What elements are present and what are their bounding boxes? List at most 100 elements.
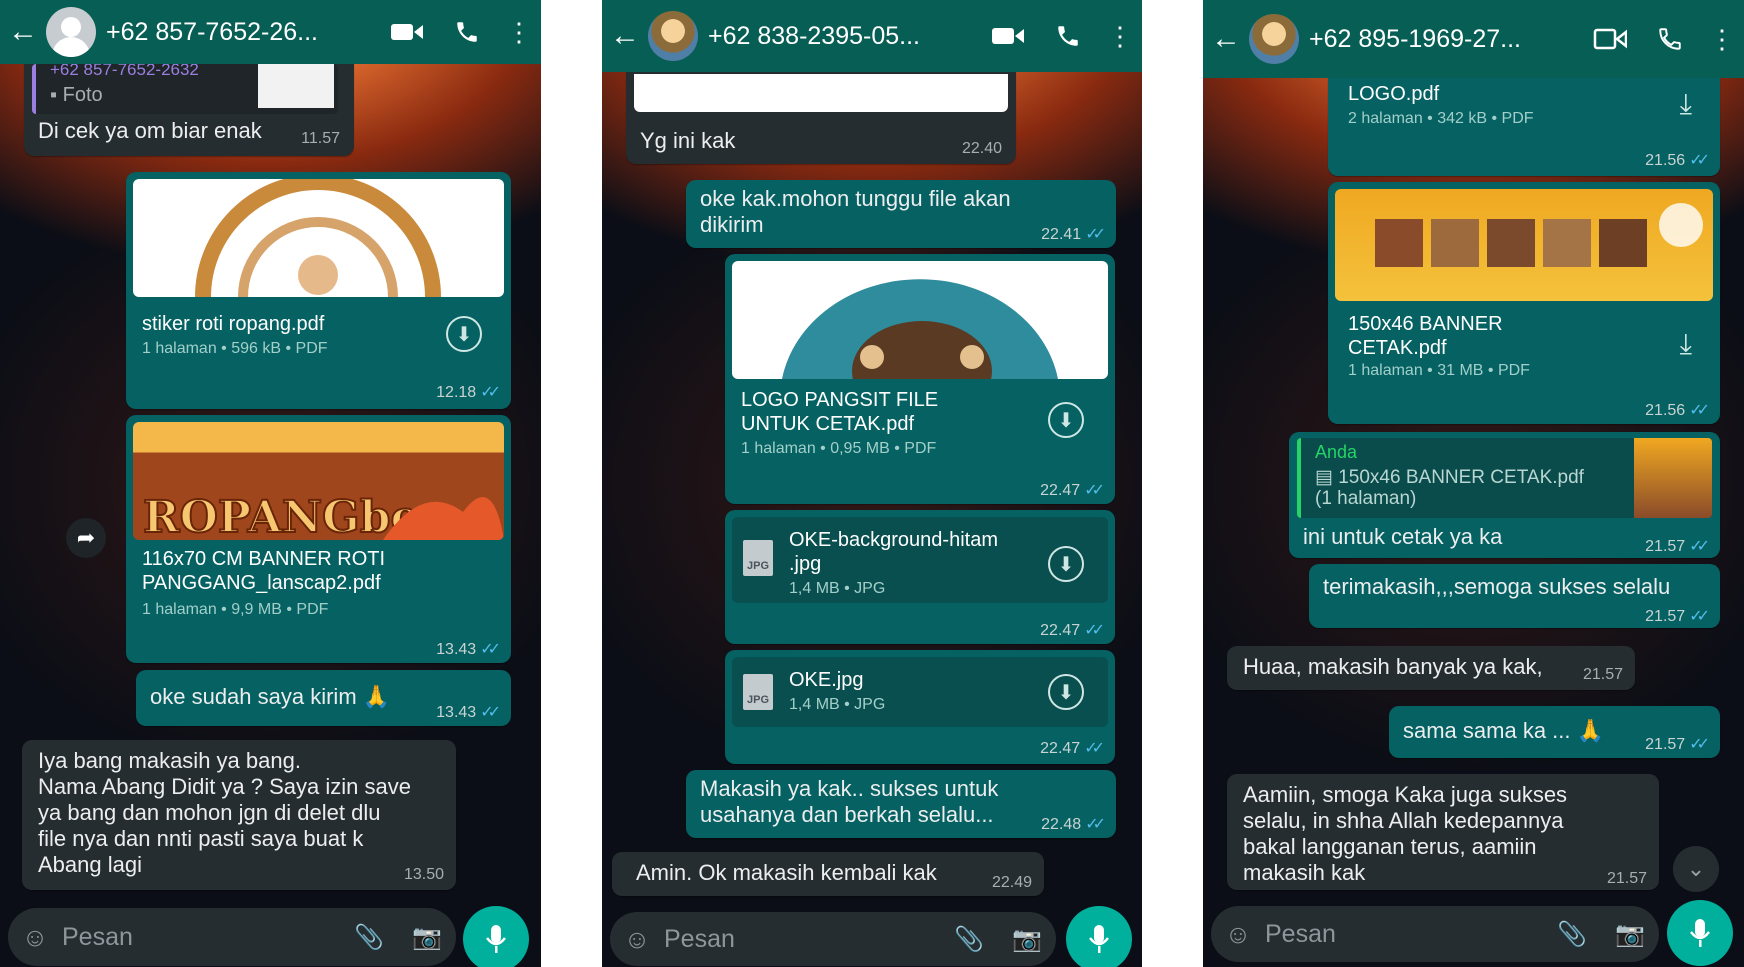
read-ticks-icon: ✓✓ bbox=[1084, 740, 1105, 757]
download-icon[interactable]: ⬇ bbox=[1048, 402, 1084, 438]
message-time: 21.57 bbox=[1582, 666, 1623, 683]
message-input[interactable]: Pesan bbox=[664, 925, 940, 954]
chat-screen-3: ← +62 895-1969-27... ⋮ LOGO.pdf 2 halama… bbox=[1203, 0, 1744, 967]
message-incoming[interactable]: Aamiin, smoga Kaka juga sukses selalu, i… bbox=[1227, 774, 1659, 890]
menu-dots-icon[interactable]: ⋮ bbox=[1098, 16, 1142, 56]
back-arrow-icon[interactable]: ← bbox=[0, 15, 46, 49]
quoted-type: ▪ Foto bbox=[50, 84, 103, 106]
mic-button[interactable] bbox=[1667, 900, 1733, 966]
download-icon[interactable]: ⬇ bbox=[1048, 674, 1084, 710]
scroll-down-icon[interactable]: ⌄ bbox=[1673, 846, 1719, 892]
file-meta: 1 halaman • 9,9 MB • PDF bbox=[142, 601, 329, 618]
file-name: LOGO PANGSIT FILE UNTUK CETAK.pdf bbox=[741, 389, 939, 435]
quoted-message[interactable]: +62 857-7652-2632 ▪ Foto bbox=[32, 60, 338, 114]
message-text: oke kak.mohon tunggu file akan dikirim bbox=[700, 186, 1011, 237]
camera-icon[interactable]: 📷 bbox=[998, 925, 1056, 954]
message-text: terimakasih,,,semoga sukses selalu bbox=[1323, 574, 1671, 599]
file-message[interactable]: ROPANGbo 116x70 CM BANNER ROTI PANGGANG_… bbox=[126, 415, 511, 663]
time-text: 22.47 bbox=[1040, 740, 1081, 757]
message-input-bar[interactable]: ☺ Pesan 📎 📷 bbox=[8, 908, 456, 966]
time-text: 22.47 bbox=[1040, 622, 1081, 639]
phone-call-icon[interactable] bbox=[1640, 19, 1700, 59]
message-outgoing[interactable]: Makasih ya kak.. sukses untuk usahanya d… bbox=[686, 770, 1116, 838]
download-icon[interactable]: ⬇ bbox=[1048, 546, 1084, 582]
contact-name[interactable]: +62 857-7652-26... bbox=[96, 18, 377, 47]
emoji-icon[interactable]: ☺ bbox=[8, 922, 62, 953]
time-text: 21.57 bbox=[1645, 736, 1686, 753]
emoji-icon[interactable]: ☺ bbox=[610, 924, 664, 955]
contact-name[interactable]: +62 895-1969-27... bbox=[1299, 25, 1580, 54]
quoted-message[interactable]: Anda ▤ 150x46 BANNER CETAK.pdf (1 halama… bbox=[1297, 438, 1712, 518]
phone-call-icon[interactable] bbox=[437, 12, 497, 52]
download-icon[interactable]: ⤓ bbox=[1680, 328, 1692, 361]
message-input-bar[interactable]: ☺ Pesan 📎 📷 bbox=[610, 912, 1056, 966]
message-text: Aamiin, smoga Kaka juga sukses selalu, i… bbox=[1243, 782, 1568, 885]
time-text: 13.43 bbox=[436, 641, 477, 658]
reply-message[interactable]: Anda ▤ 150x46 BANNER CETAK.pdf (1 halama… bbox=[1289, 432, 1720, 558]
avatar[interactable] bbox=[648, 11, 698, 61]
video-call-icon[interactable] bbox=[978, 16, 1038, 56]
message-text: Iya bang makasih ya bang. Nama Abang Did… bbox=[38, 748, 411, 877]
read-ticks-icon: ✓✓ bbox=[1085, 816, 1106, 833]
forward-icon[interactable]: ➦ bbox=[66, 518, 106, 558]
message-text: Di cek ya om biar enak bbox=[38, 118, 262, 143]
read-ticks-icon: ✓✓ bbox=[1689, 608, 1710, 625]
video-call-icon[interactable] bbox=[1580, 19, 1640, 59]
pdf-preview bbox=[732, 261, 1108, 379]
menu-dots-icon[interactable]: ⋮ bbox=[1700, 19, 1744, 59]
message-input[interactable]: Pesan bbox=[62, 923, 340, 952]
image-message[interactable]: Yg ini kak 22.40 bbox=[626, 60, 1016, 164]
download-icon[interactable]: ⬇ bbox=[446, 316, 482, 352]
message-outgoing[interactable]: oke sudah saya kirim 🙏 13.43 ✓✓ bbox=[136, 670, 511, 726]
message-time: 12.18 ✓✓ bbox=[436, 382, 501, 402]
attach-icon[interactable]: 📎 bbox=[340, 923, 398, 952]
mic-button[interactable] bbox=[1066, 906, 1132, 967]
quoted-thumbnail bbox=[1634, 438, 1712, 518]
file-message[interactable]: 150x46 BANNER CETAK.pdf 1 halaman • 31 M… bbox=[1328, 182, 1720, 424]
message-incoming[interactable]: Iya bang makasih ya bang. Nama Abang Did… bbox=[22, 740, 456, 890]
file-message[interactable]: LOGO PANGSIT FILE UNTUK CETAK.pdf 1 hala… bbox=[725, 254, 1115, 504]
avatar[interactable] bbox=[46, 7, 96, 57]
back-arrow-icon[interactable]: ← bbox=[1203, 22, 1249, 56]
file-name: OKE-background-hitam .jpg bbox=[789, 529, 998, 575]
message-incoming[interactable]: Amin. Ok makasih kembali kak 22.49 bbox=[612, 852, 1044, 896]
download-icon[interactable]: ⤓ bbox=[1680, 88, 1692, 121]
video-call-icon[interactable] bbox=[377, 12, 437, 52]
message-input[interactable]: Pesan bbox=[1265, 920, 1543, 949]
time-text: 21.57 bbox=[1645, 538, 1686, 555]
message-input-bar[interactable]: ☺ Pesan 📎 📷 bbox=[1211, 906, 1659, 962]
message-outgoing[interactable]: terimakasih,,,semoga sukses selalu 21.57… bbox=[1309, 564, 1720, 628]
read-ticks-icon: ✓✓ bbox=[1689, 538, 1710, 555]
file-message[interactable]: JPG OKE.jpg 1,4 MB • JPG ⬇ 22.47 ✓✓ bbox=[725, 650, 1115, 764]
contact-name[interactable]: +62 838-2395-05... bbox=[698, 22, 978, 51]
phone-call-icon[interactable] bbox=[1038, 16, 1098, 56]
message-text: Amin. Ok makasih kembali kak bbox=[636, 860, 937, 885]
file-message[interactable]: stiker roti ropang.pdf 1 halaman • 596 k… bbox=[126, 172, 511, 409]
pdf-preview bbox=[1335, 189, 1713, 301]
back-arrow-icon[interactable]: ← bbox=[602, 19, 648, 53]
read-ticks-icon: ✓✓ bbox=[480, 384, 501, 401]
file-message[interactable]: LOGO.pdf 2 halaman • 342 kB • PDF ⤓ 21.5… bbox=[1328, 70, 1720, 176]
file-name: stiker roti ropang.pdf bbox=[142, 313, 325, 335]
emoji-icon[interactable]: ☺ bbox=[1211, 919, 1265, 950]
file-meta: 1,4 MB • JPG bbox=[789, 580, 886, 597]
message-text: Yg ini kak bbox=[640, 128, 736, 153]
message-time: 21.57 bbox=[1606, 870, 1647, 887]
camera-icon[interactable]: 📷 bbox=[398, 923, 456, 952]
quoted-type-label: Foto bbox=[62, 84, 103, 106]
message-text: ini untuk cetak ya ka bbox=[1303, 524, 1503, 549]
file-meta: 1 halaman • 31 MB • PDF bbox=[1348, 362, 1530, 379]
avatar[interactable] bbox=[1249, 14, 1299, 64]
message-outgoing[interactable]: oke kak.mohon tunggu file akan dikirim 2… bbox=[686, 180, 1116, 248]
file-message[interactable]: JPG OKE-background-hitam .jpg 1,4 MB • J… bbox=[725, 510, 1115, 644]
menu-dots-icon[interactable]: ⋮ bbox=[497, 12, 541, 52]
attach-icon[interactable]: 📎 bbox=[940, 925, 998, 954]
message-text: oke sudah saya kirim 🙏 bbox=[150, 684, 391, 709]
camera-icon[interactable]: 📷 bbox=[1601, 920, 1659, 949]
mic-button[interactable] bbox=[463, 906, 529, 967]
message-outgoing[interactable]: sama sama ka ... 🙏 21.57 ✓✓ bbox=[1389, 706, 1720, 758]
message-incoming[interactable]: Huaa, makasih banyak ya kak, 21.57 bbox=[1227, 646, 1635, 690]
file-name: 150x46 BANNER CETAK.pdf bbox=[1348, 313, 1503, 359]
attach-icon[interactable]: 📎 bbox=[1543, 920, 1601, 949]
quoted-file-name: 150x46 BANNER CETAK.pdf bbox=[1338, 467, 1584, 488]
